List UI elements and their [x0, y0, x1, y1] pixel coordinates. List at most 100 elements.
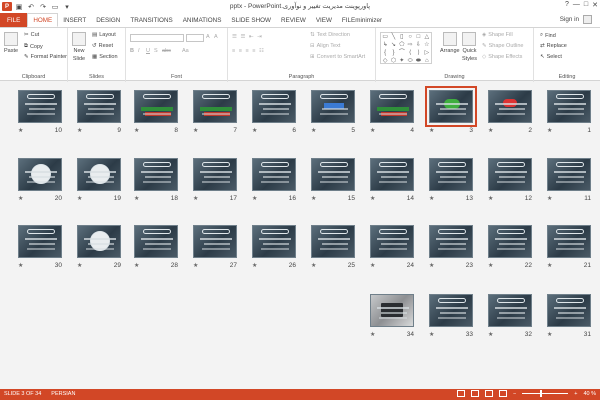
slide-thumbnail[interactable]: [547, 158, 591, 191]
tab-slide-show[interactable]: SLIDE SHOW: [226, 13, 276, 27]
zoom-slider-thumb[interactable]: [539, 390, 542, 397]
slide-thumbnail[interactable]: [488, 158, 532, 191]
shape-gallery-item[interactable]: ⟨: [406, 49, 414, 57]
slide-thumbnail[interactable]: [18, 225, 62, 258]
slide-thumbnail[interactable]: [547, 225, 591, 258]
transition-star-icon[interactable]: ★: [193, 262, 198, 269]
shape-gallery-item[interactable]: ▷: [423, 49, 431, 57]
transition-star-icon[interactable]: ★: [370, 331, 375, 338]
tab-file[interactable]: FILE: [0, 13, 28, 27]
transition-star-icon[interactable]: ★: [311, 127, 316, 134]
transition-star-icon[interactable]: ★: [311, 262, 316, 269]
convert-smartart-button[interactable]: ⊞ Convert to SmartArt: [310, 54, 365, 60]
shape-gallery-item[interactable]: ◇: [381, 57, 389, 65]
shape-gallery-item[interactable]: ✦: [398, 57, 406, 65]
sign-in-label[interactable]: Sign in: [560, 16, 579, 23]
slide-thumbnail[interactable]: [311, 90, 355, 123]
transition-star-icon[interactable]: ★: [547, 331, 552, 338]
shape-gallery-item[interactable]: ↳: [381, 41, 389, 49]
transition-star-icon[interactable]: ★: [18, 127, 23, 134]
slide-thumbnail[interactable]: [18, 158, 62, 191]
transition-star-icon[interactable]: ★: [370, 262, 375, 269]
slide-thumbnail[interactable]: [193, 90, 237, 123]
cut-button[interactable]: ✂ Cut: [24, 32, 39, 38]
bold-button[interactable]: B: [130, 48, 134, 54]
reading-view-icon[interactable]: [485, 390, 494, 397]
slide-thumbnail[interactable]: [77, 225, 121, 258]
arrange-button[interactable]: Arrange: [440, 32, 460, 54]
maximize-button[interactable]: □: [584, 1, 588, 9]
slide-thumbnail[interactable]: [77, 90, 121, 123]
font-family-combo[interactable]: [130, 34, 184, 42]
transition-star-icon[interactable]: ★: [252, 195, 257, 202]
shape-gallery-item[interactable]: □: [414, 33, 422, 41]
transition-star-icon[interactable]: ★: [488, 195, 493, 202]
slide-thumbnail[interactable]: [311, 225, 355, 258]
slide-thumbnail[interactable]: [193, 225, 237, 258]
align-text-button[interactable]: ⊟ Align Text: [310, 43, 340, 49]
shape-gallery-item[interactable]: ⌒: [398, 49, 406, 57]
shape-gallery-item[interactable]: ╲: [389, 33, 397, 41]
zoom-slider[interactable]: [522, 390, 569, 397]
shrink-font-button[interactable]: A: [214, 34, 218, 40]
italic-button[interactable]: I: [138, 48, 140, 54]
transition-star-icon[interactable]: ★: [370, 127, 375, 134]
slide-thumbnail[interactable]: [370, 158, 414, 191]
transition-star-icon[interactable]: ★: [488, 262, 493, 269]
slide-thumbnail[interactable]: [134, 158, 178, 191]
shape-gallery-item[interactable]: ▭: [381, 33, 389, 41]
slide-thumbnail[interactable]: [252, 225, 296, 258]
shape-gallery-item[interactable]: ⇩: [414, 41, 422, 49]
shadow-button[interactable]: S: [154, 48, 158, 54]
tab-design[interactable]: DESIGN: [91, 13, 125, 27]
shapes-gallery[interactable]: ▭ ╲ ▯ ○ □ △ ↳ ↘ ⬠ ⇨ ⇩ ☆ {} ⌒ ⟨ ⟩ ▷ ◇ ⬡ ✦ ⬭ ⬬ ⌂: [380, 32, 432, 64]
paste-button[interactable]: Paste: [4, 32, 18, 54]
transition-star-icon[interactable]: ★: [77, 127, 82, 134]
transition-star-icon[interactable]: ★: [134, 127, 139, 134]
transition-star-icon[interactable]: ★: [252, 262, 257, 269]
quick-styles-button[interactable]: Quick Styles: [462, 32, 477, 62]
normal-view-icon[interactable]: [457, 390, 466, 397]
tab-animations[interactable]: ANIMATIONS: [178, 13, 227, 27]
change-case-button[interactable]: Aa: [182, 48, 189, 54]
slide-thumbnail[interactable]: [429, 158, 473, 191]
slide-thumbnail[interactable]: [547, 90, 591, 123]
replace-button[interactable]: ⇄ Replace: [540, 43, 567, 49]
transition-star-icon[interactable]: ★: [134, 195, 139, 202]
transition-star-icon[interactable]: ★: [311, 195, 316, 202]
transition-star-icon[interactable]: ★: [429, 127, 434, 134]
shape-gallery-item[interactable]: ⬭: [406, 57, 414, 65]
slide-thumbnail[interactable]: [134, 225, 178, 258]
shape-gallery-item[interactable]: ☆: [423, 41, 431, 49]
slide-thumbnail[interactable]: [488, 225, 532, 258]
slide-thumbnail[interactable]: [370, 90, 414, 123]
language-indicator[interactable]: PERSIAN: [51, 391, 75, 397]
shape-gallery-item[interactable]: ⬠: [398, 41, 406, 49]
slide-thumbnail[interactable]: [425, 86, 477, 127]
transition-star-icon[interactable]: ★: [77, 262, 82, 269]
sign-in[interactable]: Sign in: [560, 15, 592, 24]
shape-gallery-item[interactable]: ○: [406, 33, 414, 41]
slide-thumbnail[interactable]: [370, 294, 414, 327]
transition-star-icon[interactable]: ★: [429, 262, 434, 269]
underline-button[interactable]: U: [146, 48, 150, 54]
new-slide-button[interactable]: New Slide: [72, 32, 86, 62]
shape-outline-button[interactable]: ✎ Shape Outline: [482, 43, 523, 49]
transition-star-icon[interactable]: ★: [18, 262, 23, 269]
slide-thumbnail[interactable]: [18, 90, 62, 123]
transition-star-icon[interactable]: ★: [429, 195, 434, 202]
tab-insert[interactable]: INSERT: [58, 13, 91, 27]
tab-fileminimizer[interactable]: FILEminimizer: [337, 13, 387, 27]
transition-star-icon[interactable]: ★: [18, 195, 23, 202]
shape-gallery-item[interactable]: ↘: [389, 41, 397, 49]
zoom-out-button[interactable]: −: [513, 391, 516, 397]
font-size-combo[interactable]: [186, 34, 204, 42]
close-button[interactable]: ✕: [592, 1, 598, 9]
slide-thumbnail[interactable]: [77, 158, 121, 191]
transition-star-icon[interactable]: ★: [429, 331, 434, 338]
slide-thumbnail[interactable]: [252, 90, 296, 123]
slide-thumbnail[interactable]: [429, 294, 473, 327]
transition-star-icon[interactable]: ★: [370, 195, 375, 202]
find-button[interactable]: ⌕ Find: [540, 32, 556, 39]
shape-fill-button[interactable]: ◈ Shape Fill: [482, 32, 513, 38]
